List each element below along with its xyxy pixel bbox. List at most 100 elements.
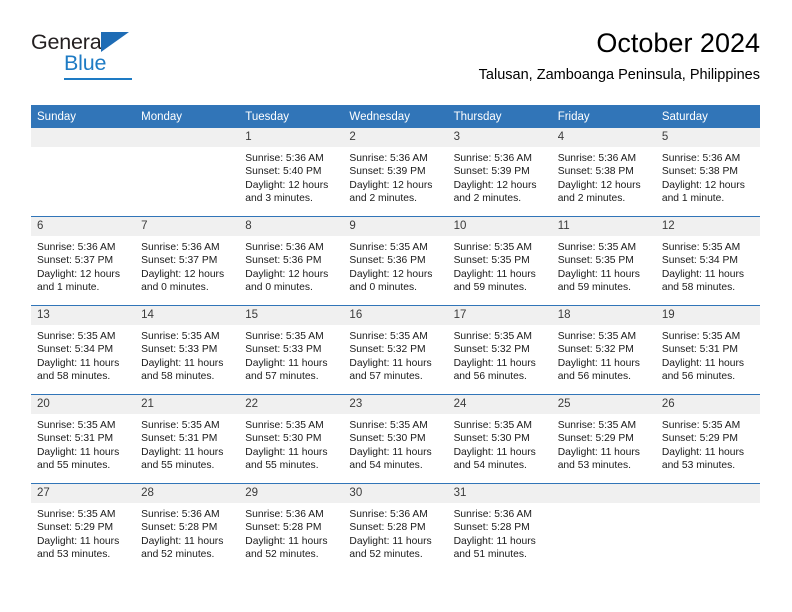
calendar-day-cell[interactable]: 13 Sunrise: 5:35 AM Sunset: 5:34 PM Dayligh… [31, 305, 136, 395]
day-cell-inner: 18 Sunrise: 5:35 AM Sunset: 5:32 PM Dayligh… [551, 306, 656, 394]
daylight-text-line2: and 56 minutes. [557, 371, 631, 383]
calendar-day-cell[interactable]: 10 Sunrise: 5:35 AM Sunset: 5:35 PM Dayligh… [447, 216, 552, 306]
calendar-day-cell[interactable]: 31 Sunrise: 5:36 AM Sunset: 5:28 PM Dayligh… [447, 483, 552, 572]
day-cell-inner [551, 484, 656, 572]
calendar-day-cell[interactable]: 16 Sunrise: 5:35 AM Sunset: 5:32 PM Dayligh… [343, 305, 448, 395]
sunrise-text: Sunrise: 5:35 AM [661, 242, 741, 253]
sunset-text: Sunset: 5:28 PM [245, 522, 322, 534]
calendar-day-cell[interactable]: 27 Sunrise: 5:35 AM Sunset: 5:29 PM Dayligh… [31, 483, 136, 572]
calendar-day-cell[interactable]: 1 Sunrise: 5:36 AM Sunset: 5:40 PM Daylight… [239, 128, 344, 217]
calendar-day-cell[interactable]: 29 Sunrise: 5:36 AM Sunset: 5:28 PM Dayligh… [239, 483, 344, 572]
day-number: 20 [31, 395, 136, 414]
daylight-text-line1: Daylight: 11 hours [661, 357, 745, 369]
calendar-day-cell[interactable]: 14 Sunrise: 5:35 AM Sunset: 5:33 PM Dayligh… [135, 305, 240, 395]
sunrise-text: Sunrise: 5:35 AM [557, 331, 637, 342]
day-number: 21 [135, 395, 240, 414]
calendar-day-cell[interactable]: 20 Sunrise: 5:35 AM Sunset: 5:31 PM Dayligh… [31, 394, 136, 484]
sunset-text: Sunset: 5:31 PM [37, 433, 114, 445]
day-cell-inner: 12 Sunrise: 5:35 AM Sunset: 5:34 PM Dayligh… [655, 217, 760, 305]
sunset-text: Sunset: 5:36 PM [245, 255, 322, 267]
calendar-day-cell[interactable]: 22 Sunrise: 5:35 AM Sunset: 5:30 PM Dayligh… [239, 394, 344, 484]
calendar-day-cell[interactable]: 2 Sunrise: 5:36 AM Sunset: 5:39 PM Daylight… [343, 128, 448, 217]
daylight-text-line1: Daylight: 11 hours [453, 535, 536, 547]
day-number: 10 [447, 217, 552, 236]
calendar-week-row: 13 Sunrise: 5:35 AM Sunset: 5:34 PM Dayligh… [31, 305, 760, 395]
day-cell-inner: 4 Sunrise: 5:36 AM Sunset: 5:38 PM Daylight… [551, 128, 656, 216]
calendar-day-cell[interactable]: 6 Sunrise: 5:36 AM Sunset: 5:37 PM Daylight… [31, 216, 136, 306]
calendar-day-cell-empty [135, 128, 240, 217]
day-number: 5 [655, 128, 760, 147]
sunset-text: Sunset: 5:40 PM [245, 166, 322, 178]
daylight-text-line1: Daylight: 11 hours [141, 535, 224, 547]
calendar-day-cell[interactable]: 23 Sunrise: 5:35 AM Sunset: 5:30 PM Dayligh… [343, 394, 448, 484]
weekday-header-thursday: Thursday [447, 105, 552, 128]
calendar-day-cell[interactable]: 17 Sunrise: 5:35 AM Sunset: 5:32 PM Dayligh… [447, 305, 552, 395]
day-cell-inner [655, 484, 760, 572]
calendar-day-cell[interactable]: 4 Sunrise: 5:36 AM Sunset: 5:38 PM Daylight… [551, 128, 656, 217]
daylight-text-line2: and 55 minutes. [245, 460, 319, 472]
day-details: Sunrise: 5:35 AM Sunset: 5:32 PM Daylight:… [448, 325, 552, 384]
day-number: 12 [655, 217, 760, 236]
calendar-day-cell[interactable]: 21 Sunrise: 5:35 AM Sunset: 5:31 PM Dayligh… [135, 394, 240, 484]
calendar-day-cell[interactable]: 7 Sunrise: 5:36 AM Sunset: 5:37 PM Daylight… [135, 216, 240, 306]
day-cell-inner: 21 Sunrise: 5:35 AM Sunset: 5:31 PM Dayligh… [135, 395, 240, 483]
daylight-text-line1: Daylight: 11 hours [37, 446, 120, 458]
day-number: 16 [343, 306, 448, 325]
sunrise-text: Sunrise: 5:35 AM [37, 420, 116, 431]
day-number: 9 [343, 217, 448, 236]
calendar-day-cell[interactable]: 5 Sunrise: 5:36 AM Sunset: 5:38 PM Daylight… [655, 128, 760, 217]
sunrise-text: Sunrise: 5:35 AM [661, 331, 741, 342]
day-details: Sunrise: 5:35 AM Sunset: 5:31 PM Daylight:… [135, 414, 239, 473]
daylight-text-line2: and 51 minutes. [453, 549, 527, 561]
day-number: 26 [655, 395, 760, 414]
calendar-day-cell[interactable]: 3 Sunrise: 5:36 AM Sunset: 5:39 PM Daylight… [447, 128, 552, 217]
calendar-day-cell[interactable]: 19 Sunrise: 5:35 AM Sunset: 5:31 PM Dayligh… [655, 305, 760, 395]
calendar-week-row: 1 Sunrise: 5:36 AM Sunset: 5:40 PM Daylight… [31, 128, 760, 217]
sunrise-text: Sunrise: 5:35 AM [245, 331, 324, 342]
logo-underline [64, 78, 132, 80]
day-cell-inner [31, 128, 136, 216]
daylight-text-line2: and 54 minutes. [349, 460, 423, 472]
sunset-text: Sunset: 5:38 PM [557, 166, 634, 178]
day-cell-inner: 9 Sunrise: 5:35 AM Sunset: 5:36 PM Daylight… [343, 217, 448, 305]
daylight-text-line1: Daylight: 12 hours [141, 268, 225, 280]
day-number: 31 [447, 484, 552, 503]
calendar-day-cell[interactable]: 28 Sunrise: 5:36 AM Sunset: 5:28 PM Dayligh… [135, 483, 240, 572]
day-details: Sunrise: 5:35 AM Sunset: 5:33 PM Daylight:… [239, 325, 343, 384]
weekday-header-friday: Friday [551, 105, 656, 128]
daylight-text-line2: and 0 minutes. [349, 282, 417, 294]
calendar-day-cell[interactable]: 12 Sunrise: 5:35 AM Sunset: 5:34 PM Dayligh… [655, 216, 760, 306]
daylight-text-line1: Daylight: 11 hours [245, 535, 328, 547]
calendar-day-cell[interactable]: 24 Sunrise: 5:35 AM Sunset: 5:30 PM Dayligh… [447, 394, 552, 484]
sunrise-text: Sunrise: 5:36 AM [245, 153, 324, 164]
sunset-text: Sunset: 5:31 PM [661, 344, 738, 356]
calendar-day-cell[interactable]: 15 Sunrise: 5:35 AM Sunset: 5:33 PM Dayligh… [239, 305, 344, 395]
sunset-text: Sunset: 5:32 PM [557, 344, 634, 356]
day-details [552, 503, 656, 508]
sunrise-text: Sunrise: 5:36 AM [661, 153, 741, 164]
day-number: 28 [135, 484, 240, 503]
daylight-text-line2: and 1 minute. [661, 193, 725, 205]
sunrise-text: Sunrise: 5:35 AM [349, 420, 428, 431]
sunset-text: Sunset: 5:37 PM [141, 255, 218, 267]
day-cell-inner: 27 Sunrise: 5:35 AM Sunset: 5:29 PM Dayligh… [31, 484, 136, 572]
day-number: 6 [31, 217, 136, 236]
daylight-text-line1: Daylight: 12 hours [453, 179, 537, 191]
calendar-day-cell[interactable]: 11 Sunrise: 5:35 AM Sunset: 5:35 PM Dayligh… [551, 216, 656, 306]
sunset-text: Sunset: 5:29 PM [37, 522, 114, 534]
calendar-day-cell[interactable]: 25 Sunrise: 5:35 AM Sunset: 5:29 PM Dayligh… [551, 394, 656, 484]
calendar-day-cell[interactable]: 26 Sunrise: 5:35 AM Sunset: 5:29 PM Dayligh… [655, 394, 760, 484]
day-details: Sunrise: 5:35 AM Sunset: 5:34 PM Daylight:… [656, 236, 760, 295]
daylight-text-line2: and 57 minutes. [245, 371, 319, 383]
daylight-text-line2: and 54 minutes. [453, 460, 527, 472]
day-number: 7 [135, 217, 240, 236]
day-details: Sunrise: 5:35 AM Sunset: 5:29 PM Daylight:… [31, 503, 135, 562]
calendar-day-cell[interactable]: 9 Sunrise: 5:35 AM Sunset: 5:36 PM Daylight… [343, 216, 448, 306]
day-number: 25 [551, 395, 656, 414]
day-number: 11 [551, 217, 656, 236]
calendar-day-cell[interactable]: 30 Sunrise: 5:36 AM Sunset: 5:28 PM Dayligh… [343, 483, 448, 572]
sunset-text: Sunset: 5:39 PM [453, 166, 530, 178]
daylight-text-line1: Daylight: 11 hours [349, 357, 432, 369]
calendar-day-cell[interactable]: 8 Sunrise: 5:36 AM Sunset: 5:36 PM Daylight… [239, 216, 344, 306]
calendar-day-cell[interactable]: 18 Sunrise: 5:35 AM Sunset: 5:32 PM Dayligh… [551, 305, 656, 395]
